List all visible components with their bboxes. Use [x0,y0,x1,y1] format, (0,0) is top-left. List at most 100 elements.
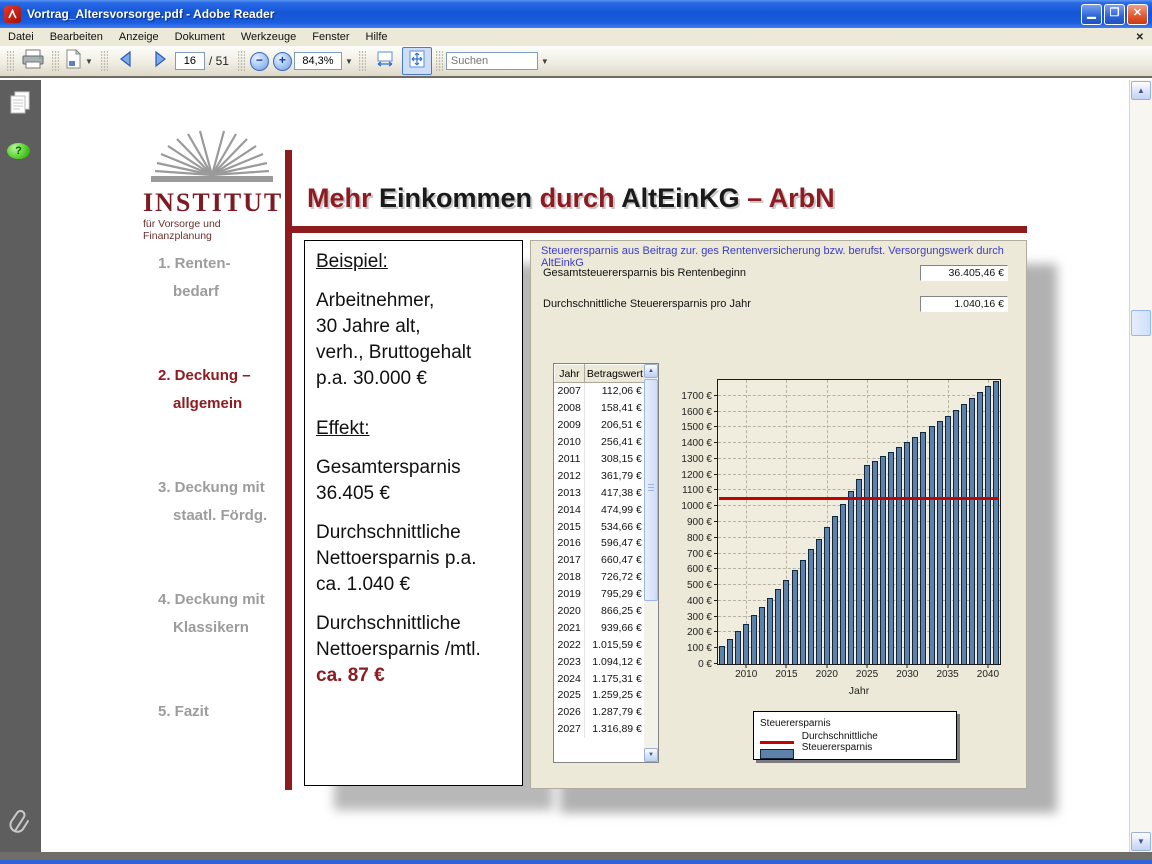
table-row: 2020 866,25 € [554,602,646,620]
chart-bar [743,623,750,664]
page-number-input[interactable] [174,52,205,70]
chart-bar [904,441,911,664]
scroll-up-icon[interactable]: ▲ [1131,81,1151,100]
chart-bar [727,639,734,664]
title-part: Einkommen [379,183,540,213]
y-tick-label: 100 € [686,643,712,655]
fit-page-icon [407,49,427,74]
help-icon[interactable]: ? [7,143,30,159]
nav-item-line: Klassikern [173,619,249,636]
print-button[interactable] [18,47,48,75]
scroll-down-icon[interactable]: ▼ [1131,832,1151,851]
main-area: ? INSTITUT für Vorsorge und Finanzplanun… [0,80,1152,852]
zoom-in-button[interactable]: + [272,51,292,71]
title-part: durch [539,183,622,213]
close-button[interactable]: ✕ [1127,3,1148,25]
table-cell-value: 256,41 € [584,433,646,451]
chart-bar [888,451,895,664]
zoom-level-input[interactable] [293,52,342,70]
toolbar-separator [237,50,245,72]
table-row: 2007 112,06 € [554,382,646,400]
table-row: 2025 1.259,25 € [554,687,646,704]
legend-swatch-bar [760,749,794,759]
y-tick-label: 300 € [686,611,712,623]
nav-item-2: 2. Deckung – allgemein [158,362,251,418]
chart-bar [751,615,758,664]
y-tick-label: 500 € [686,580,712,592]
fit-width-icon [375,50,395,73]
table-row: 2014 474,99 € [554,501,646,519]
zoom-out-button[interactable]: − [249,51,269,71]
window-bottom-edge [0,852,1152,860]
chart-plot: Jahr 2010 2015 2020 2025 2030 2035 2040 0 € 100 … [681,379,1001,697]
chart-bar [775,589,782,664]
nav-item-line: 2. Deckung – [158,367,251,384]
y-tick-label: 800 € [686,532,712,544]
restore-button[interactable]: ❐ [1104,3,1125,25]
menu-item-datei[interactable]: Datei [0,29,42,45]
zoom-dropdown-icon[interactable]: ▼ [342,57,356,66]
table-cell-value: 660,47 € [584,551,646,569]
fit-width-button[interactable] [370,47,400,75]
window-border [0,860,1152,864]
chart-bar [823,527,830,664]
x-tick [745,664,747,668]
grid-line [718,394,1000,396]
chart-bar [839,503,846,664]
table-row: 2024 1.175,31 € [554,670,646,688]
table-cell-value: 1.316,89 € [584,720,646,738]
chart-bar [944,415,951,664]
search-dropdown-icon[interactable]: ▼ [538,57,552,66]
y-tick-label: 1300 € [681,453,712,465]
table-row: 2018 726,72 € [554,568,646,586]
menu-items: Datei Bearbeiten Anzeige Dokument Werkzeuge F… [0,29,1128,45]
menu-item-fenster[interactable]: Fenster [304,29,357,45]
attachments-paperclip-icon[interactable] [7,809,33,842]
nav-item-line: 1. Renten- [158,255,231,272]
table-cell-year: 2027 [554,720,585,738]
example-paragraph: ca. 87 € [316,665,385,686]
menu-item-hilfe[interactable]: Hilfe [358,29,396,45]
previous-page-button[interactable] [112,47,142,75]
nav-item-line: 4. Deckung mit [158,591,265,608]
pages-panel-icon[interactable] [7,90,33,121]
table-cell-value: 158,41 € [584,399,646,417]
average-line [719,496,999,500]
chart-bar [992,380,999,664]
menu-item-werkzeuge[interactable]: Werkzeuge [233,29,304,45]
chart-bar [856,478,862,664]
y-tick [714,663,718,664]
page-tools-button[interactable]: ▼ [63,47,97,75]
example-paragraph: Durchschnittliche Nettoersparnis /mtl. [316,613,481,660]
scroll-thumb[interactable] [1131,310,1151,336]
y-tick [714,536,718,538]
toolbar-separator [52,50,59,72]
table-cell-year: 2020 [554,602,585,620]
fit-page-button[interactable] [401,47,432,75]
table-cell-value: 795,29 € [584,585,646,603]
x-tick [826,664,828,668]
forward-arrow-icon [149,50,169,73]
y-tick-label: 0 € [698,659,712,670]
next-page-button[interactable] [144,47,174,75]
x-tick-label: 2025 [855,669,879,680]
legend-swatch-line [760,740,794,744]
chart-bar [936,421,943,664]
table-row: 2008 158,41 € [554,399,646,417]
toolbar-grip [7,50,14,72]
menu-item-bearbeiten[interactable]: Bearbeiten [42,29,111,45]
red-divider-bar [285,150,292,790]
vertical-scrollbar[interactable]: ▲ ▼ [1129,80,1152,852]
chart-bar [799,559,806,664]
y-tick-label: 200 € [686,627,712,639]
table-cell-year: 2015 [554,518,585,536]
search-input[interactable] [445,52,538,70]
document-close-icon[interactable]: ✕ [1128,32,1152,43]
menu-item-anzeige[interactable]: Anzeige [111,29,167,45]
table-cell-value: 596,47 € [584,535,646,552]
document-area[interactable]: INSTITUT für Vorsorge und Finanzplanung … [41,80,1130,852]
minimize-button[interactable]: ▁ [1081,3,1102,25]
menu-item-dokument[interactable]: Dokument [167,29,233,45]
toolbar-separator [100,50,108,72]
chart-bar [791,569,798,664]
